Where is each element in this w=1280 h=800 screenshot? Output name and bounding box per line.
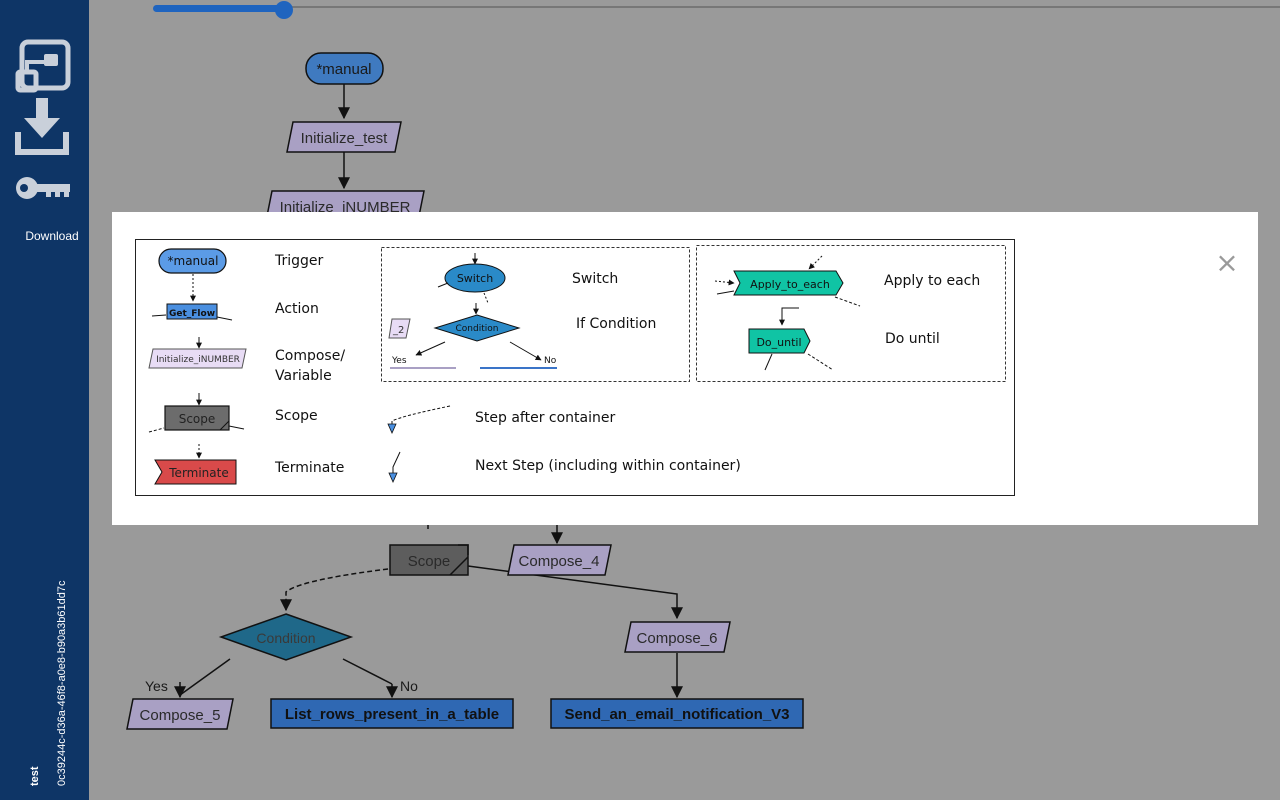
flow-node-compose-6[interactable]: Compose_6 [624,621,731,653]
legend-trigger-sample: *manual [158,248,227,274]
legend-apply-label: Apply to each [884,273,980,289]
close-button[interactable]: × [1215,249,1239,277]
legend-condition-label: If Condition [576,316,656,332]
svg-text:List_rows_present_in_a_table: List_rows_present_in_a_table [285,706,499,723]
svg-text:Terminate: Terminate [168,466,228,480]
svg-text:Scope: Scope [179,412,216,426]
legend-modal: *manual Trigger Get_Flow Action Initiali… [112,212,1258,525]
legend-step-after-label: Step after container [475,410,615,426]
svg-text:Initialize_test: Initialize_test [301,130,389,147]
legend-compose-label-2: Variable [275,368,332,384]
legend-next-step-label: Next Step (including within container) [475,458,741,474]
legend-diagram: *manual Trigger Get_Flow Action Initiali… [135,239,1015,496]
svg-text:Get_Flow: Get_Flow [169,309,215,319]
flow-node-scope[interactable]: Scope [389,544,469,576]
svg-text:Compose_6: Compose_6 [637,630,718,647]
svg-text:Apply_to_each: Apply_to_each [750,278,830,291]
flow-yes-label: Yes [145,678,168,694]
svg-text:Condition: Condition [456,324,499,334]
svg-text:Switch: Switch [457,272,493,285]
flow-node-compose-5[interactable]: Compose_5 [126,698,234,730]
legend-action-label: Action [275,301,319,317]
legend-scope-label: Scope [275,408,318,424]
legend-terminate-label: Terminate [274,460,344,476]
svg-text:Do_until: Do_until [756,336,801,349]
svg-text:Compose_4: Compose_4 [519,553,600,570]
legend-trigger-label: Trigger [274,253,324,269]
legend-partial-label: _2 [392,325,404,336]
svg-text:Condition: Condition [256,630,315,646]
legend-switch-sample: Switch [444,263,506,293]
flow-node-trigger[interactable]: *manual [305,52,384,85]
svg-text:Initialize_iNUMBER: Initialize_iNUMBER [156,355,240,365]
flow-node-list-rows[interactable]: List_rows_present_in_a_table [270,698,514,729]
legend-dountil-sample: Do_until [748,328,811,354]
legend-compose-label-1: Compose/ [275,348,345,364]
svg-text:Scope: Scope [408,553,451,570]
legend-no-label: No [544,356,557,366]
legend-compose-sample: Initialize_iNUMBER [148,348,247,369]
legend-switch-label: Switch [572,271,618,287]
svg-text:Send_an_email_notification_V3: Send_an_email_notification_V3 [564,706,789,723]
legend-apply-sample: Apply_to_each [733,270,844,296]
svg-text:*manual: *manual [168,254,219,268]
flow-node-send-email[interactable]: Send_an_email_notification_V3 [550,698,804,729]
legend-yes-label: Yes [391,356,407,366]
legend-terminate-sample: Terminate [154,459,237,485]
flow-node-compose-4[interactable]: Compose_4 [507,544,612,576]
svg-text:Compose_5: Compose_5 [140,707,221,724]
flow-node-condition[interactable]: Condition [218,613,354,661]
legend-dountil-label: Do until [885,331,940,347]
flow-no-label: No [400,678,418,694]
svg-text:*manual: *manual [316,61,371,78]
flow-node-initialize-test[interactable]: Initialize_test [286,121,402,153]
